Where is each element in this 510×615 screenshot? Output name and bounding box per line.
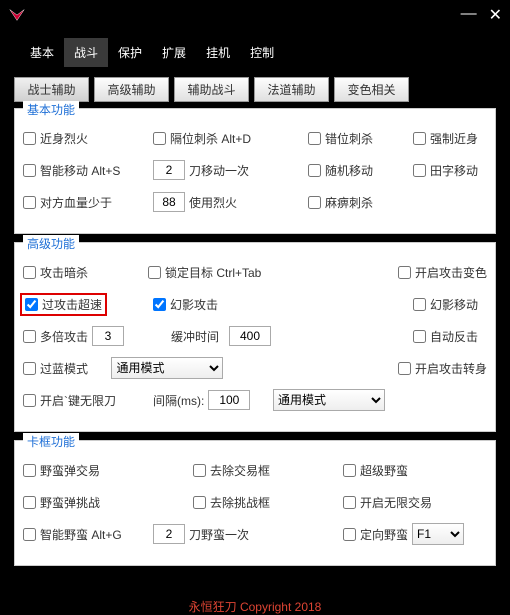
over-blue-mode-select[interactable]: 通用模式 [111, 357, 223, 379]
dark-attack-checkbox[interactable]: 攻击暗杀 [23, 264, 88, 281]
panel-basic-title: 基本功能 [23, 101, 79, 118]
tab-basic[interactable]: 基本 [20, 38, 64, 67]
main-tabs: 基本 战斗 保护 扩展 挂机 控制 [0, 30, 510, 77]
phantom-move-checkbox[interactable]: 幻影移动 [413, 296, 478, 313]
multi-attack-input[interactable] [92, 326, 124, 346]
tab-control[interactable]: 控制 [240, 38, 284, 67]
wild-challenge-checkbox[interactable]: 野蛮弹挑战 [23, 494, 100, 511]
wrong-stab-checkbox[interactable]: 错位刺杀 [308, 130, 373, 147]
hp-less-checkbox[interactable]: 对方血量少于 [23, 194, 112, 211]
open-unlim-checkbox[interactable]: 开启`键无限刀 [23, 392, 116, 409]
close-button[interactable]: ✕ [489, 5, 502, 25]
buffer-time-label: 缓冲时间 [171, 328, 219, 345]
smart-move-checkbox[interactable]: 智能移动 Alt+S [23, 162, 120, 179]
panel-advanced-title: 高级功能 [23, 235, 79, 252]
subtab-warrior[interactable]: 战士辅助 [14, 77, 89, 102]
open-turn-checkbox[interactable]: 开启攻击转身 [398, 360, 487, 377]
direct-wild-checkbox[interactable]: 定向野蛮 [343, 526, 408, 543]
gap-stab-checkbox[interactable]: 隔位刺杀 Alt+D [153, 130, 251, 147]
subtab-assist[interactable]: 辅助战斗 [174, 77, 249, 102]
multi-attack-checkbox[interactable]: 多倍攻击 [23, 328, 88, 345]
hp-less-input[interactable] [153, 192, 185, 212]
subtab-advanced[interactable]: 高级辅助 [94, 77, 169, 102]
tab-hook[interactable]: 挂机 [196, 38, 240, 67]
paralyze-checkbox[interactable]: 麻痹刺杀 [308, 194, 373, 211]
knife-once-label: 刀移动一次 [189, 162, 249, 179]
force-near-checkbox[interactable]: 强制近身 [413, 130, 478, 147]
auto-counter-checkbox[interactable]: 自动反击 [413, 328, 478, 345]
lock-target-checkbox[interactable]: 锁定目标 Ctrl+Tab [148, 264, 261, 281]
panel-basic: 基本功能 近身烈火 隔位刺杀 Alt+D 错位刺杀 强制近身 智能移动 Alt+… [14, 108, 496, 234]
direct-wild-key-select[interactable]: F1 [412, 523, 464, 545]
panel-stuck: 卡框功能 野蛮弹交易 去除交易框 超级野蛮 野蛮弹挑战 去除挑战框 开启无限交易… [14, 440, 496, 566]
tian-move-checkbox[interactable]: 田字移动 [413, 162, 478, 179]
smart-move-input[interactable] [153, 160, 185, 180]
random-move-checkbox[interactable]: 随机移动 [308, 162, 373, 179]
super-wild-checkbox[interactable]: 超级野蛮 [343, 462, 408, 479]
over-blue-checkbox[interactable]: 过蓝模式 [23, 360, 88, 377]
unlim-mode-select[interactable]: 通用模式 [273, 389, 385, 411]
interval-input[interactable] [208, 390, 250, 410]
remove-challenge-checkbox[interactable]: 去除挑战框 [193, 494, 270, 511]
remove-trade-checkbox[interactable]: 去除交易框 [193, 462, 270, 479]
panel-advanced: 高级功能 攻击暗杀 锁定目标 Ctrl+Tab 开启攻击变色 过攻击超速 幻影攻… [14, 242, 496, 432]
knife-wild-once-label: 刀野蛮一次 [189, 526, 249, 543]
subtab-mage[interactable]: 法道辅助 [254, 77, 329, 102]
over-speed-checkbox[interactable]: 过攻击超速 [25, 296, 102, 313]
buffer-time-input[interactable] [229, 326, 271, 346]
smart-wild-input[interactable] [153, 524, 185, 544]
use-fire-label: 使用烈火 [189, 194, 237, 211]
tab-protect[interactable]: 保护 [108, 38, 152, 67]
subtab-color[interactable]: 变色相关 [334, 77, 409, 102]
tab-combat[interactable]: 战斗 [64, 38, 108, 67]
footer-text: 永恒狂刀 Copyright 2018 [0, 574, 510, 615]
wild-trade-checkbox[interactable]: 野蛮弹交易 [23, 462, 100, 479]
panel-stuck-title: 卡框功能 [23, 433, 79, 450]
open-color-checkbox[interactable]: 开启攻击变色 [398, 264, 487, 281]
title-bar: — ✕ [0, 0, 510, 30]
phantom-attack-checkbox[interactable]: 幻影攻击 [153, 296, 218, 313]
open-unlim-trade-checkbox[interactable]: 开启无限交易 [343, 494, 432, 511]
interval-label: 间隔(ms): [153, 392, 204, 409]
minimize-button[interactable]: — [461, 5, 477, 25]
tab-extend[interactable]: 扩展 [152, 38, 196, 67]
app-logo-icon [8, 6, 26, 24]
smart-wild-checkbox[interactable]: 智能野蛮 Alt+G [23, 526, 122, 543]
near-fire-checkbox[interactable]: 近身烈火 [23, 130, 88, 147]
